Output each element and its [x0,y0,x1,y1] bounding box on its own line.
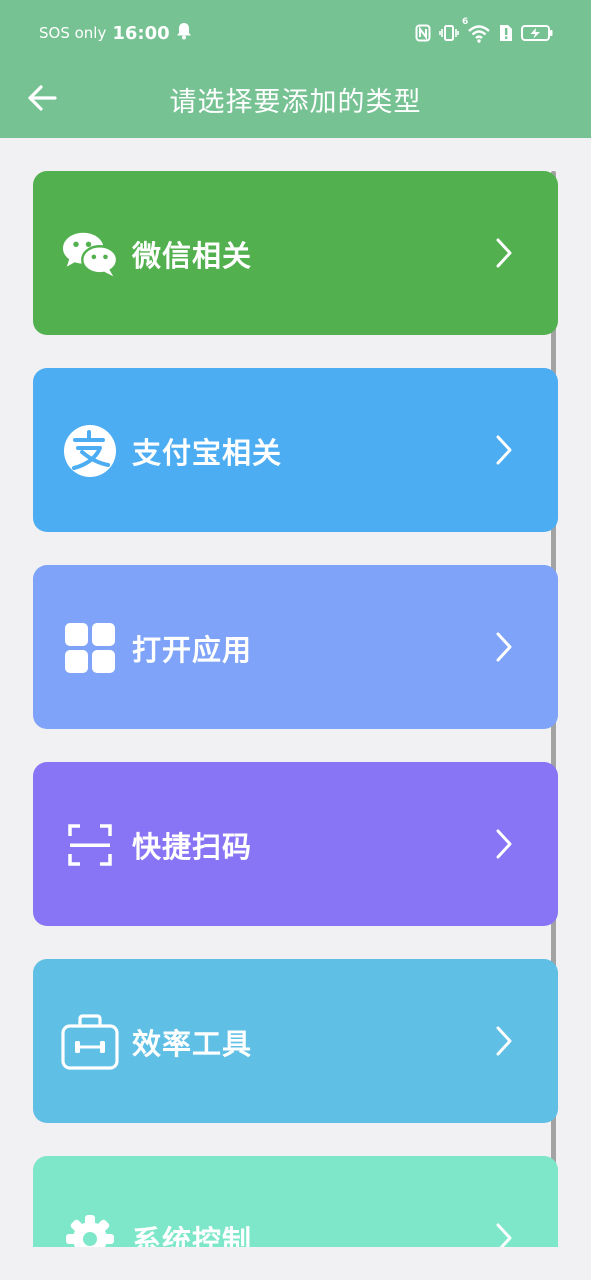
chevron-right-icon [496,632,512,662]
category-list[interactable]: 微信相关 支付宝相关 打开应用 快捷扫码 效率工具 系统控制 [0,138,591,1247]
apps-grid-icon [61,619,119,677]
wifi-icon: 6 [462,17,491,43]
clock-text: 16:00 [112,22,170,44]
status-right: 6 [415,17,553,46]
sim-alert-icon [499,24,513,42]
chevron-right-icon [496,1223,512,1247]
gear-icon [61,1210,119,1247]
category-card-productivity-tools[interactable]: 效率工具 [33,959,558,1123]
category-label: 打开应用 [132,633,253,667]
category-card-alipay[interactable]: 支付宝相关 [33,368,558,532]
category-card-quick-scan[interactable]: 快捷扫码 [33,762,558,926]
category-label: 效率工具 [132,1027,253,1061]
chevron-right-icon [496,435,512,465]
category-card-system-control[interactable]: 系统控制 [33,1156,558,1247]
wechat-icon [61,225,119,283]
category-label: 支付宝相关 [132,436,283,470]
category-card-wechat[interactable]: 微信相关 [33,171,558,335]
toolbox-icon [61,1013,119,1071]
category-card-open-app[interactable]: 打开应用 [33,565,558,729]
nfc-icon [415,24,431,42]
status-bar: SOS only 16:00 6 [0,0,591,66]
chevron-right-icon [496,829,512,859]
chevron-right-icon [496,238,512,268]
category-label: 快捷扫码 [132,830,253,864]
alipay-icon [61,422,119,480]
notification-bell-icon [176,22,192,44]
carrier-text: SOS only [39,24,107,42]
page-title: 请选择要添加的类型 [169,87,422,118]
app-header: SOS only 16:00 6 请选择要添加的类型 [0,0,591,138]
chevron-right-icon [496,1026,512,1056]
battery-charging-icon [521,24,553,42]
bottom-bar [0,1247,591,1280]
scan-icon [61,816,119,874]
title-row: 请选择要添加的类型 [0,66,591,128]
status-left: SOS only 16:00 [39,20,192,46]
vibrate-icon [439,24,459,42]
category-label: 微信相关 [132,239,253,273]
network-badge: 6 [462,17,469,27]
category-label: 系统控制 [132,1224,253,1247]
